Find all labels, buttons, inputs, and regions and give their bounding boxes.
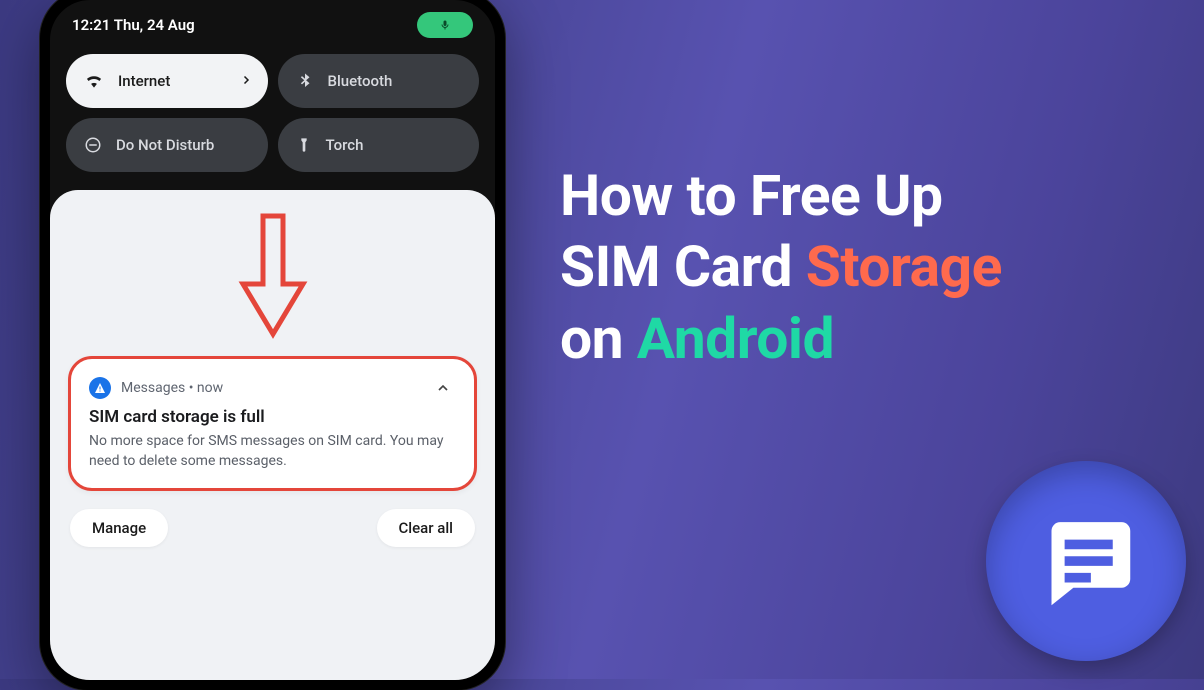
microphone-icon xyxy=(439,19,451,31)
arrow-down-icon xyxy=(237,212,309,342)
chevron-right-icon xyxy=(240,72,252,90)
wifi-icon xyxy=(84,71,104,91)
shade-actions: Manage Clear all xyxy=(68,491,477,547)
qs-label: Torch xyxy=(326,136,364,154)
status-bar: 12:21 Thu, 24 Aug xyxy=(50,0,495,44)
notification-title: SIM card storage is full xyxy=(89,407,456,427)
status-clock-date: 12:21 Thu, 24 Aug xyxy=(72,16,195,34)
notification-app-name: Messages xyxy=(121,380,185,396)
clear-all-button[interactable]: Clear all xyxy=(377,509,476,547)
bluetooth-icon xyxy=(296,72,314,90)
notification-card[interactable]: Messages • now SIM card storage is full … xyxy=(68,356,477,491)
chevron-up-icon xyxy=(435,380,451,396)
qs-label: Internet xyxy=(118,72,170,90)
messages-icon xyxy=(1034,509,1139,614)
messages-app-badge xyxy=(986,461,1186,661)
notification-time: now xyxy=(197,380,223,396)
dnd-icon xyxy=(84,136,102,154)
notification-header: Messages • now xyxy=(89,375,456,401)
collapse-button[interactable] xyxy=(430,375,456,401)
quick-settings: Internet Bluetooth Do Not Disturb xyxy=(50,44,495,190)
headline-line-3a: on xyxy=(560,305,637,372)
headline-accent-storage: Storage xyxy=(806,233,1002,300)
phone-screen: 12:21 Thu, 24 Aug Internet Bluetooth xyxy=(50,0,495,680)
notification-shade: Messages • now SIM card storage is full … xyxy=(50,190,495,680)
page-title: How to Free Up SIM Card Storage on Andro… xyxy=(560,160,1002,374)
headline-accent-android: Android xyxy=(637,305,834,372)
manage-button[interactable]: Manage xyxy=(70,509,168,547)
messages-app-icon xyxy=(89,377,111,399)
qs-tile-torch[interactable]: Torch xyxy=(278,118,480,172)
annotation-arrow xyxy=(68,208,477,356)
qs-label: Do Not Disturb xyxy=(116,136,214,154)
headline-line-2a: SIM Card xyxy=(560,233,806,300)
qs-tile-internet[interactable]: Internet xyxy=(66,54,268,108)
qs-tile-bluetooth[interactable]: Bluetooth xyxy=(278,54,480,108)
notification-body: No more space for SMS messages on SIM ca… xyxy=(89,431,456,472)
microphone-indicator[interactable] xyxy=(417,12,473,38)
qs-tile-dnd[interactable]: Do Not Disturb xyxy=(66,118,268,172)
phone-mockup: 12:21 Thu, 24 Aug Internet Bluetooth xyxy=(40,0,505,690)
torch-icon xyxy=(296,136,312,154)
headline-line-1: How to Free Up xyxy=(560,160,1002,231)
qs-label: Bluetooth xyxy=(328,72,393,90)
